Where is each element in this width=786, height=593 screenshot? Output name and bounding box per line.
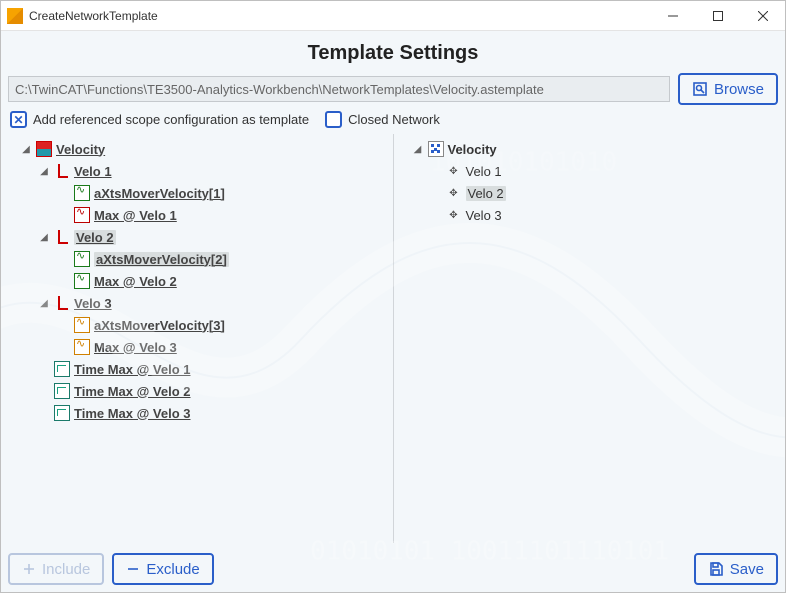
move-icon: ✥ (446, 163, 462, 179)
window-controls (650, 1, 785, 30)
signal-icon (74, 251, 90, 267)
footer-spacer (222, 553, 686, 585)
network-tree[interactable]: ◢ Velocity ✥ Velo 1 ✥ Velo 2 ✥ Velo 3 (393, 134, 779, 543)
tree-item-label: Velo 2 (466, 186, 506, 201)
page-heading: Template Settings (8, 38, 778, 67)
tree-signal[interactable]: aXtsMoverVelocity[3] (8, 314, 387, 336)
expander-icon[interactable]: ◢ (412, 144, 424, 155)
save-label: Save (730, 561, 764, 578)
save-button[interactable]: Save (694, 553, 778, 585)
tree-group[interactable]: ◢ Velo 1 (8, 160, 387, 182)
network-icon (428, 141, 444, 157)
tree-extra-label: Time Max @ Velo 1 (74, 362, 191, 377)
client-area: 01010101 10011101110101 101010101010 Tem… (1, 31, 785, 592)
signal-icon (74, 339, 90, 355)
add-scope-checkbox[interactable]: ✕ (10, 111, 27, 128)
tree-extra-label: Time Max @ Velo 3 (74, 406, 191, 421)
tree-signal[interactable]: Max @ Velo 3 (8, 336, 387, 358)
tree-item[interactable]: ✥ Velo 2 (400, 182, 779, 204)
app-icon (7, 8, 23, 24)
minimize-icon (668, 11, 678, 21)
axis-icon (54, 295, 70, 311)
pulse-icon (54, 383, 70, 399)
tree-group-label: Velo 1 (74, 164, 112, 179)
tree-signal[interactable]: Max @ Velo 1 (8, 204, 387, 226)
expander-icon[interactable]: ◢ (20, 144, 32, 155)
tree-group-label: Velo 2 (74, 230, 116, 245)
expander-icon[interactable]: ◢ (38, 232, 50, 243)
tree-extra-label: Time Max @ Velo 2 (74, 384, 191, 399)
add-scope-label: Add referenced scope configuration as te… (33, 112, 309, 127)
tree-group[interactable]: ◢ Velo 2 (8, 226, 387, 248)
closed-network-label: Closed Network (348, 112, 440, 127)
tree-signal[interactable]: Max @ Velo 2 (8, 270, 387, 292)
tree-item[interactable]: ✥ Velo 1 (400, 160, 779, 182)
minimize-button[interactable] (650, 1, 695, 30)
tree-signal-label: Max @ Velo 3 (94, 340, 177, 355)
axis-icon (54, 163, 70, 179)
tree-root-label: Velocity (448, 142, 497, 157)
tree-root[interactable]: ◢ Velocity (8, 138, 387, 160)
include-label: Include (42, 561, 90, 578)
tree-item-label: Velo 3 (466, 208, 502, 223)
options-row: ✕ Add referenced scope configuration as … (8, 111, 778, 128)
chart-icon (36, 141, 52, 157)
tree-group-label: Velo 3 (74, 296, 112, 311)
tree-signal-label: Max @ Velo 1 (94, 208, 177, 223)
closed-network-checkbox[interactable]: ✕ (325, 111, 342, 128)
tree-item[interactable]: ✥ Velo 3 (400, 204, 779, 226)
tree-root-label: Velocity (56, 142, 105, 157)
path-row: Browse (8, 73, 778, 105)
expander-icon[interactable]: ◢ (38, 298, 50, 309)
tree-signal-label: Max @ Velo 2 (94, 274, 177, 289)
tree-signal-label: aXtsMoverVelocity[2] (94, 252, 229, 267)
tree-signal[interactable]: aXtsMoverVelocity[1] (8, 182, 387, 204)
title-bar: CreateNetworkTemplate (1, 1, 785, 31)
tree-extra[interactable]: Time Max @ Velo 3 (8, 402, 387, 424)
exclude-label: Exclude (146, 561, 199, 578)
close-icon (758, 11, 768, 21)
maximize-icon (713, 11, 723, 21)
tree-signal[interactable]: aXtsMoverVelocity[2] (8, 248, 387, 270)
signal-icon (74, 185, 90, 201)
move-icon: ✥ (446, 185, 462, 201)
tree-container: ◢ Velocity ◢ Velo 1 aXtsMoverVelocity[1]… (8, 134, 778, 543)
maximize-button[interactable] (695, 1, 740, 30)
minus-icon (126, 562, 140, 576)
tree-signal-label: aXtsMoverVelocity[3] (94, 318, 225, 333)
signal-icon (74, 207, 90, 223)
tree-extra[interactable]: Time Max @ Velo 1 (8, 358, 387, 380)
tree-root[interactable]: ◢ Velocity (400, 138, 779, 160)
browse-button[interactable]: Browse (678, 73, 778, 105)
signal-icon (74, 273, 90, 289)
signal-icon (74, 317, 90, 333)
browse-icon (692, 81, 708, 97)
tree-item-label: Velo 1 (466, 164, 502, 179)
scope-tree[interactable]: ◢ Velocity ◢ Velo 1 aXtsMoverVelocity[1]… (8, 134, 387, 543)
plus-icon (22, 562, 36, 576)
window-title: CreateNetworkTemplate (29, 9, 650, 23)
template-path-input[interactable] (8, 76, 670, 102)
app-window: CreateNetworkTemplate 01010101 100111011… (0, 0, 786, 593)
expander-icon[interactable]: ◢ (38, 166, 50, 177)
close-button[interactable] (740, 1, 785, 30)
pulse-icon (54, 405, 70, 421)
tree-group[interactable]: ◢ Velo 3 (8, 292, 387, 314)
axis-icon (54, 229, 70, 245)
move-icon: ✥ (446, 207, 462, 223)
footer: Include Exclude Save (8, 549, 778, 585)
tree-signal-label: aXtsMoverVelocity[1] (94, 186, 225, 201)
pulse-icon (54, 361, 70, 377)
browse-label: Browse (714, 81, 764, 98)
tree-extra[interactable]: Time Max @ Velo 2 (8, 380, 387, 402)
exclude-button[interactable]: Exclude (112, 553, 213, 585)
save-icon (708, 561, 724, 577)
include-button[interactable]: Include (8, 553, 104, 585)
